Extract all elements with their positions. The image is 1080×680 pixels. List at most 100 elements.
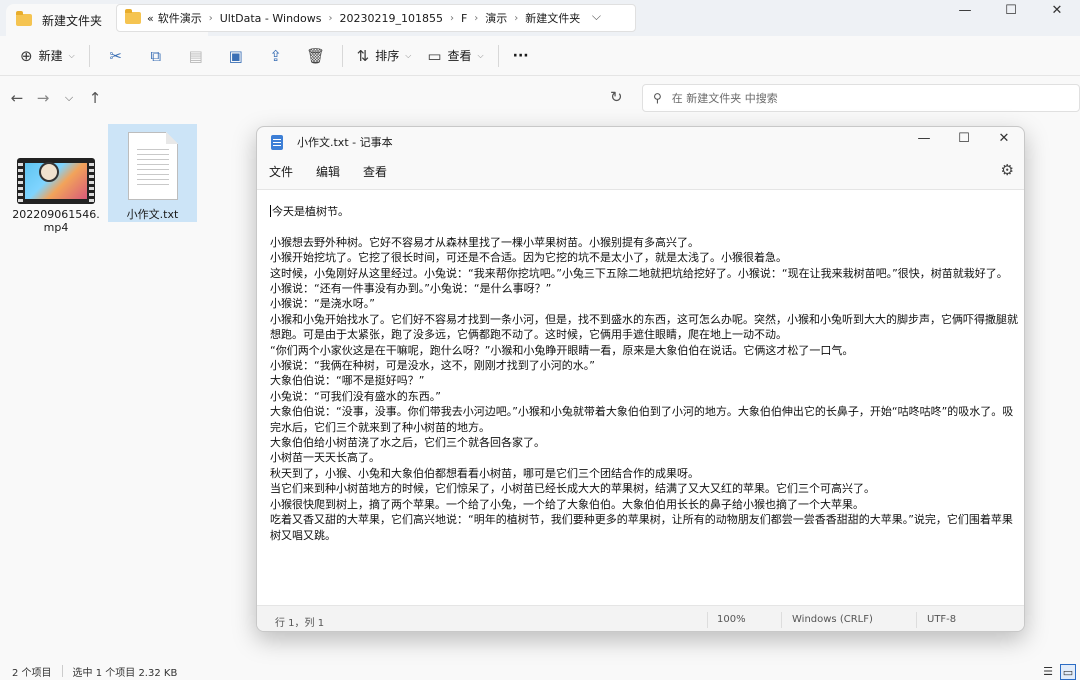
text-line: 小猴和小兔开始找水了。它们好不容易才找到一条小河，但是，找不到盛水的东西，这可怎… xyxy=(270,312,1018,342)
chevron-right-icon: › xyxy=(208,12,213,24)
text-line: 今天是植树节。 xyxy=(270,205,349,218)
sort-button[interactable]: ⇅ 排序 ⌵ xyxy=(349,41,420,71)
clipboard-icon: ▤ xyxy=(188,46,203,65)
chevron-right-icon: › xyxy=(328,12,333,24)
notepad-window: 小作文.txt - 记事本 — ☐ ✕ 文件 编辑 查看 ⚙ 今天是植树节。 小… xyxy=(256,126,1025,632)
text-file-icon xyxy=(127,132,178,200)
file-item-text[interactable]: 小作文.txt xyxy=(108,124,197,222)
divider xyxy=(497,44,499,67)
text-line: 小猴说：“还有一件事没有办到。”小兔说：“是什么事呀？” xyxy=(270,282,552,296)
notepad-title: 小作文.txt - 记事本 xyxy=(297,136,393,149)
large-icons-view-icon[interactable]: ▭ xyxy=(1060,664,1076,680)
text-line: “你们两个小家伙这是在干嘛呢，跑什么呀？”小猴和小兔睁开眼睛一看，原来是大象伯伯… xyxy=(270,343,854,357)
chevron-down-icon: ⌵ xyxy=(477,50,484,60)
breadcrumb-item[interactable]: 新建文件夹 xyxy=(525,10,580,26)
chevron-down-icon: ⌵ xyxy=(405,50,412,60)
new-button[interactable]: ⊕ 新建 ⌵ xyxy=(12,41,83,71)
cut-button[interactable]: ✂ xyxy=(96,41,136,71)
text-line: 大象伯伯给小树苗浇了水之后，它们三个就各回各家了。 xyxy=(270,436,545,450)
scissors-icon: ✂ xyxy=(109,46,122,65)
breadcrumb-item[interactable]: UltData - Windows xyxy=(220,12,322,25)
text-line: 吃着又香又甜的大苹果，它们高兴地说：“明年的植树节，我们要种更多的苹果树，让所有… xyxy=(270,513,1013,542)
video-thumbnail xyxy=(17,158,95,204)
notepad-minimize-button[interactable]: — xyxy=(904,127,944,153)
notepad-icon xyxy=(271,134,283,150)
search-placeholder: 在 新建文件夹 中搜索 xyxy=(671,92,778,105)
share-icon: ⇪ xyxy=(269,46,282,65)
paste-button[interactable]: ▤ xyxy=(176,41,216,71)
maximize-button[interactable]: ☐ xyxy=(988,0,1034,24)
more-icon: ··· xyxy=(512,47,529,64)
command-bar: ⊕ 新建 ⌵ ✂ ⧉ ▤ ▣ ⇪ 🗑 ⇅ 排序 ⌵ ▭ 查看 ⌵ ··· xyxy=(0,36,1080,76)
breadcrumb-item[interactable]: 20230219_101855 xyxy=(339,12,442,25)
menu-edit[interactable]: 编辑 xyxy=(316,163,340,180)
copy-button[interactable]: ⧉ xyxy=(136,41,176,71)
notepad-maximize-button[interactable]: ☐ xyxy=(944,127,984,153)
notepad-close-button[interactable]: ✕ xyxy=(984,127,1024,153)
trash-icon: 🗑 xyxy=(306,46,326,65)
line-ending: Windows (CRLF) xyxy=(792,614,873,625)
text-line: 小猴开始挖坑了。它挖了很长时间，可还是不合适。因为它挖的坑不是太小了，就是太浅了… xyxy=(270,251,787,265)
settings-gear-icon[interactable]: ⚙ xyxy=(1001,161,1014,179)
text-line xyxy=(270,219,1018,234)
file-name: 202209061546.mp4 xyxy=(12,208,100,234)
explorer-status-bar: 2 个项目 选中 1 个项目 2.32 KB xyxy=(0,662,1080,680)
recent-chevron-icon[interactable]: ⌵ xyxy=(56,91,82,105)
text-line: 小猴说：“是浇水呀。” xyxy=(270,297,375,311)
folder-icon xyxy=(16,11,32,26)
text-line: 小兔说：“可我们没有盛水的东西。” xyxy=(270,389,441,403)
text-line: 秋天到了，小猴、小兔和大象伯伯都想看看小树苗，哪可是它们三个团结合作的成果呀。 xyxy=(270,466,699,480)
notepad-status-bar: 行 1，列 1 100% Windows (CRLF) UTF-8 xyxy=(257,605,1024,631)
text-line: 小猴说：“我俩在种树，可是没水，这不，刚刚才找到了小河的水。” xyxy=(270,359,595,373)
notepad-text-area[interactable]: 今天是植树节。 小猴想去野外种树。它好不容易才从森林里找了一棵小苹果树苗。小猴别… xyxy=(257,189,1024,605)
view-toggle: ☰ ▭ xyxy=(1040,664,1076,680)
back-arrow-icon[interactable]: ← xyxy=(4,89,30,107)
minimize-button[interactable]: — xyxy=(942,0,988,24)
rename-icon: ▣ xyxy=(228,46,243,65)
zoom-level: 100% xyxy=(717,614,746,625)
breadcrumb-overflow[interactable]: « xyxy=(147,12,154,25)
breadcrumb-item[interactable]: 演示 xyxy=(485,10,507,26)
text-line: 这时候，小兔刚好从这里经过。小兔说：“我来帮你挖坑吧。”小兔三下五除二地就把坑给… xyxy=(270,266,1008,280)
divider xyxy=(88,44,90,67)
item-count: 2 个项目 xyxy=(12,667,52,679)
search-box[interactable]: ⚲ 在 新建文件夹 中搜索 xyxy=(642,84,1080,112)
plus-circle-icon: ⊕ xyxy=(20,46,33,65)
text-line: 小猴想去野外种树。它好不容易才从森林里找了一棵小苹果树苗。小猴别提有多高兴了。 xyxy=(270,235,699,249)
view-icon: ▭ xyxy=(427,46,442,65)
view-label: 查看 xyxy=(447,49,472,63)
chevron-right-icon: › xyxy=(514,12,519,24)
view-button[interactable]: ▭ 查看 ⌵ xyxy=(419,41,491,71)
text-line: 大象伯伯说：“哪不是挺好吗？” xyxy=(270,374,425,388)
chevron-down-icon: ⌵ xyxy=(68,50,75,60)
breadcrumb-item[interactable]: F xyxy=(461,12,467,25)
window-controls: — ☐ ✕ xyxy=(942,0,1080,24)
selection-info: 选中 1 个项目 2.32 KB xyxy=(72,667,178,679)
menu-file[interactable]: 文件 xyxy=(269,163,293,180)
share-button[interactable]: ⇪ xyxy=(256,41,296,71)
copy-icon: ⧉ xyxy=(150,46,162,65)
text-caret xyxy=(270,205,271,217)
forward-arrow-icon[interactable]: → xyxy=(30,89,56,107)
up-arrow-icon[interactable]: ↑ xyxy=(82,89,108,107)
close-button[interactable]: ✕ xyxy=(1034,0,1080,24)
rename-button[interactable]: ▣ xyxy=(216,41,256,71)
delete-button[interactable]: 🗑 xyxy=(296,41,336,71)
more-options-button[interactable]: ··· xyxy=(505,41,537,71)
address-dropdown-icon[interactable]: ⌵ xyxy=(592,9,601,24)
refresh-icon[interactable]: ↻ xyxy=(610,88,623,106)
text-line: 小树苗一天天长高了。 xyxy=(270,451,380,465)
menu-view[interactable]: 查看 xyxy=(363,163,387,180)
file-item-video[interactable]: 202209061546.mp4 xyxy=(10,150,102,234)
notepad-menu-bar: 文件 编辑 查看 xyxy=(257,157,1024,185)
breadcrumb-item[interactable]: 软件演示 xyxy=(158,10,202,26)
details-view-icon[interactable]: ☰ xyxy=(1040,664,1056,680)
notepad-window-controls: — ☐ ✕ xyxy=(904,127,1024,153)
divider xyxy=(341,44,343,67)
address-bar[interactable]: « 软件演示 › UltData - Windows › 20230219_10… xyxy=(116,4,636,32)
search-icon: ⚲ xyxy=(653,91,662,105)
file-name: 小作文.txt xyxy=(126,208,179,221)
cursor-position: 行 1，列 1 xyxy=(275,618,325,629)
sort-label: 排序 xyxy=(375,49,400,63)
text-line: 当它们来到种小树苗地方的时候，它们惊呆了，小树苗已经长成大大的苹果树，结满了又大… xyxy=(270,482,875,496)
